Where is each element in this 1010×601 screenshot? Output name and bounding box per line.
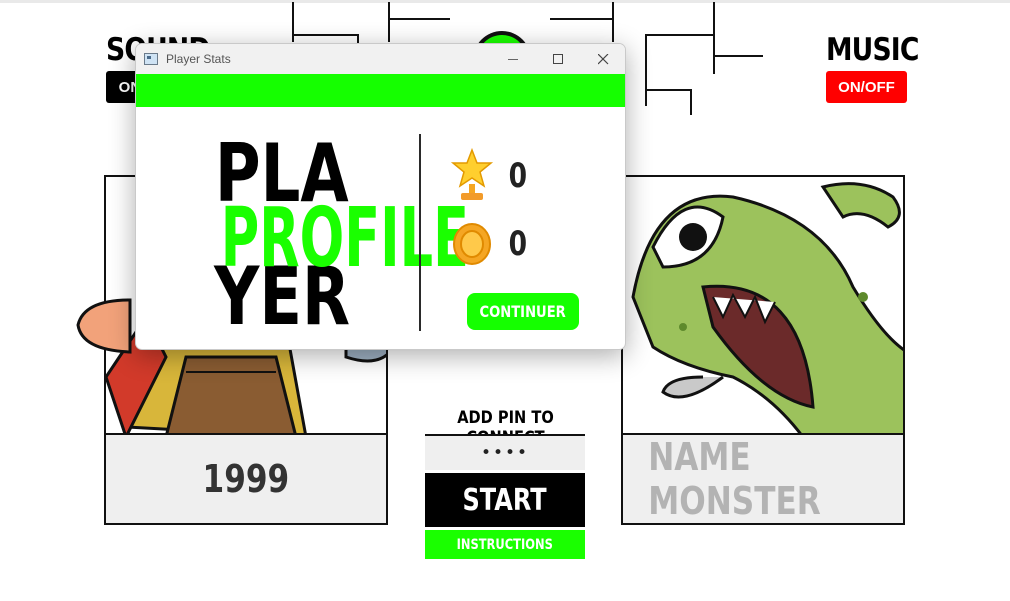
minimize-icon: [507, 58, 518, 60]
trophy-icon: [450, 148, 494, 200]
player-name: 1999: [202, 457, 290, 501]
heading-overlay-text: PROFILE: [220, 191, 469, 286]
close-icon: [597, 53, 608, 64]
pin-input[interactable]: [425, 434, 585, 470]
top-border: [0, 0, 1010, 3]
start-button-label: START: [462, 482, 548, 518]
monster-card: NAME MONSTER: [621, 175, 905, 525]
start-button[interactable]: START: [425, 473, 585, 527]
window-title: Player Stats: [166, 52, 231, 66]
monster-image: [631, 182, 903, 437]
instructions-button[interactable]: INSTRUCTIONS: [425, 530, 585, 559]
continue-button[interactable]: CONTINUER: [467, 293, 579, 330]
coin-icon: [453, 223, 491, 265]
continue-button-label: CONTINUER: [479, 302, 567, 321]
player-stats-dialog: Player Stats PLA YER PROFILE 0 0 CONTINU…: [135, 43, 626, 350]
monster-name: NAME MONSTER: [648, 435, 821, 523]
player-profile-heading: PLA YER PROFILE: [151, 124, 469, 349]
dialog-header-bar: [136, 74, 625, 107]
music-label: MUSIC: [826, 32, 919, 68]
close-button[interactable]: [580, 44, 625, 74]
instructions-button-label: INSTRUCTIONS: [456, 536, 554, 553]
minimize-button[interactable]: [490, 44, 536, 74]
coin-count: 0: [508, 224, 528, 264]
music-toggle-button[interactable]: ON/OFF: [826, 71, 907, 103]
stats-divider: [419, 134, 421, 331]
dialog-titlebar[interactable]: Player Stats: [136, 44, 625, 74]
trophy-count: 0: [508, 156, 528, 196]
maximize-icon: [552, 53, 563, 64]
player-arm-image: [76, 298, 132, 354]
app-icon: [144, 53, 158, 65]
maximize-button[interactable]: [535, 44, 581, 74]
